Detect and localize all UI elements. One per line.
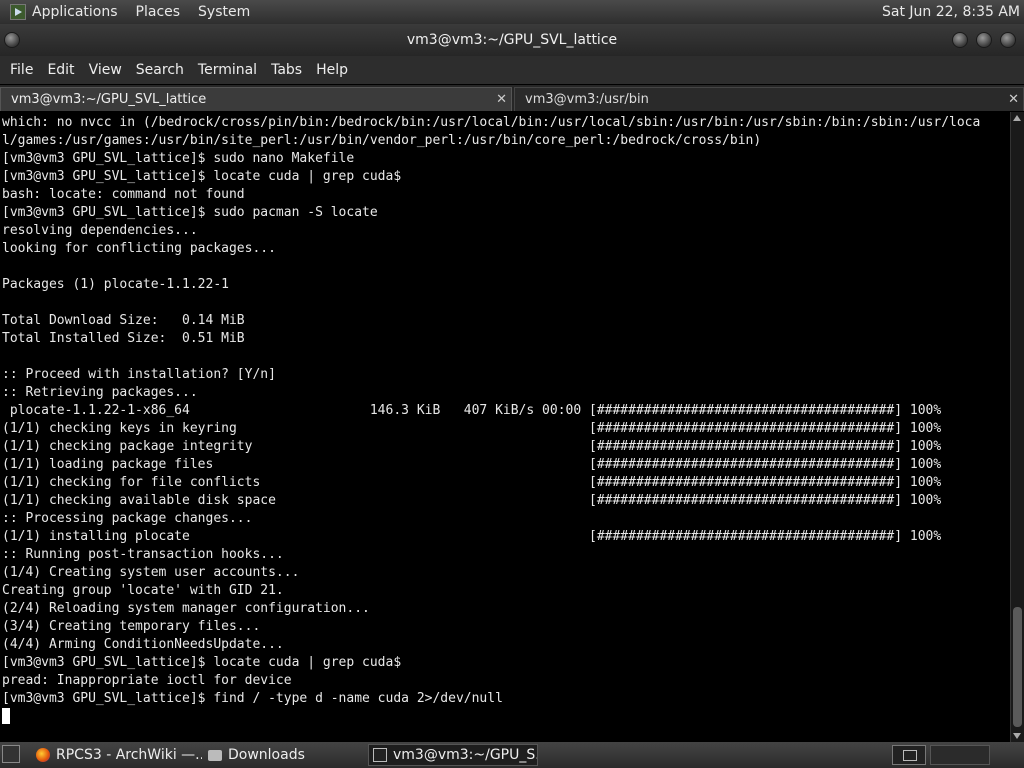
workspace-switcher-1[interactable]: [892, 745, 926, 765]
taskbar-item-label: RPCS3 - ArchWiki —...: [56, 747, 202, 763]
top-panel-menu: Applications Places System: [0, 0, 268, 24]
taskbar-item-terminal[interactable]: vm3@vm3:~/GPU_S...: [368, 744, 538, 766]
folder-icon: [208, 749, 222, 761]
menu-file[interactable]: File: [10, 62, 33, 78]
top-panel: Applications Places System Sat Jun 22, 8…: [0, 0, 1024, 24]
menu-terminal[interactable]: Terminal: [198, 62, 257, 78]
tab-gpu-svl-lattice[interactable]: vm3@vm3:~/GPU_SVL_lattice ✕: [0, 87, 512, 111]
taskbar-item-label: Downloads: [228, 747, 305, 763]
workspace-switcher-2[interactable]: [930, 745, 990, 765]
main-menu-icon[interactable]: [10, 4, 26, 20]
scroll-up-icon[interactable]: [1013, 115, 1021, 121]
tab-label: vm3@vm3:~/GPU_SVL_lattice: [11, 92, 207, 107]
minimize-icon[interactable]: [952, 32, 968, 48]
close-tab-icon[interactable]: ✕: [1008, 88, 1019, 112]
terminal-output[interactable]: which: no nvcc in (/bedrock/cross/pin/bi…: [0, 112, 1010, 742]
firefox-icon: [36, 748, 50, 762]
taskbar-item-downloads[interactable]: Downloads: [204, 744, 364, 766]
close-icon[interactable]: [1000, 32, 1016, 48]
taskbar-item-label: vm3@vm3:~/GPU_S...: [393, 747, 538, 763]
text-cursor: [2, 708, 10, 724]
window-title: vm3@vm3:~/GPU_SVL_lattice: [406, 32, 618, 48]
scroll-down-icon[interactable]: [1013, 733, 1021, 739]
scrollbar-thumb[interactable]: [1013, 607, 1022, 727]
show-desktop-icon[interactable]: [2, 745, 20, 763]
tab-label: vm3@vm3:/usr/bin: [525, 92, 649, 107]
menu-edit[interactable]: Edit: [47, 62, 74, 78]
terminal-text: which: no nvcc in (/bedrock/cross/pin/bi…: [2, 115, 981, 706]
clock[interactable]: Sat Jun 22, 8:35 AM: [882, 0, 1020, 24]
terminal-scrollbar[interactable]: [1010, 112, 1024, 742]
tab-bar: vm3@vm3:~/GPU_SVL_lattice ✕ vm3@vm3:/usr…: [0, 85, 1024, 111]
menu-view[interactable]: View: [89, 62, 122, 78]
maximize-icon[interactable]: [976, 32, 992, 48]
menubar: File Edit View Search Terminal Tabs Help: [0, 56, 1024, 84]
menu-search[interactable]: Search: [136, 62, 184, 78]
menu-tabs[interactable]: Tabs: [271, 62, 302, 78]
menu-system[interactable]: System: [198, 4, 250, 20]
menu-help[interactable]: Help: [316, 62, 348, 78]
terminal-icon: [373, 748, 387, 762]
menu-applications[interactable]: Applications: [32, 4, 118, 20]
taskbar-item-firefox[interactable]: RPCS3 - ArchWiki —...: [32, 744, 202, 766]
menu-places[interactable]: Places: [136, 4, 181, 20]
taskbar: RPCS3 - ArchWiki —... Downloads vm3@vm3:…: [0, 742, 1024, 768]
close-tab-icon[interactable]: ✕: [496, 88, 507, 112]
window-titlebar[interactable]: vm3@vm3:~/GPU_SVL_lattice: [0, 24, 1024, 56]
tab-usr-bin[interactable]: vm3@vm3:/usr/bin ✕: [514, 87, 1024, 111]
